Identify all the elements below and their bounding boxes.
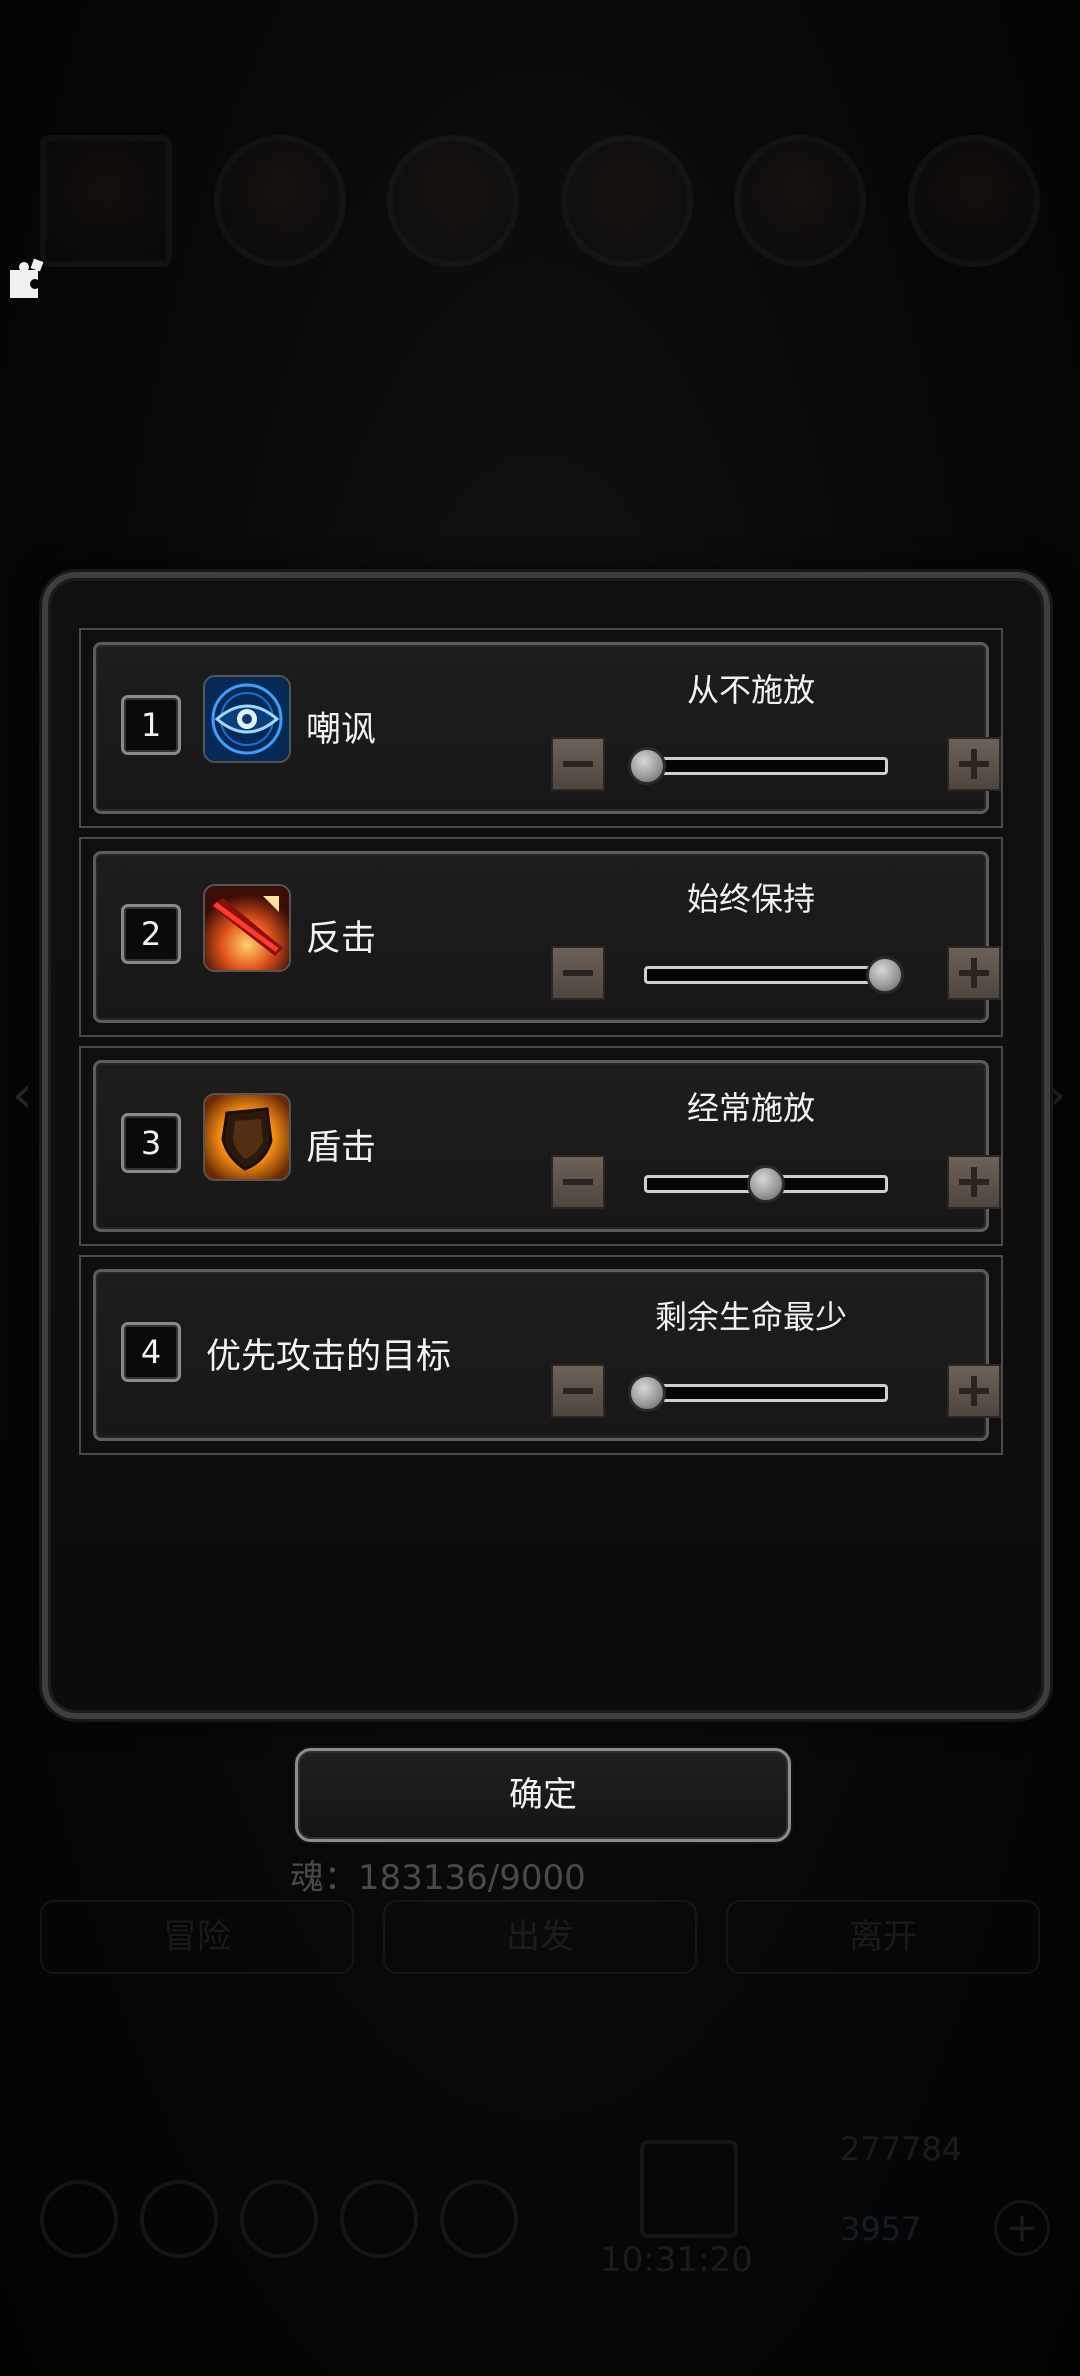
hero-portrait	[560, 135, 693, 267]
soul-counter: 魂：183136/9000	[290, 1858, 586, 1898]
skill-name: 嘲讽	[306, 710, 377, 750]
target-slider[interactable]	[628, 1374, 888, 1412]
row-number: 2	[121, 904, 181, 964]
skill-name: 盾击	[306, 1128, 377, 1168]
hero-portrait	[40, 135, 172, 267]
decrease-button[interactable]	[551, 1155, 605, 1209]
menu-icon	[240, 2180, 318, 2258]
gold-amount: 277784	[840, 2130, 963, 2168]
increase-button[interactable]	[947, 1155, 1001, 1209]
hero-portrait	[213, 135, 346, 267]
bottom-bar: 10:31:20 277784 3957 +	[30, 2130, 1050, 2280]
slider-thumb[interactable]	[866, 956, 904, 994]
bg-tab: 冒险	[40, 1900, 354, 1974]
target-option-label: 剩余生命最少	[654, 1298, 847, 1336]
bg-tab: 离开	[726, 1900, 1040, 1974]
menu-icon	[40, 2180, 118, 2258]
menu-icon	[340, 2180, 418, 2258]
slider-thumb[interactable]	[628, 1374, 666, 1412]
skill-row: 1 嘲讽 从不施放	[79, 628, 1003, 828]
decrease-button[interactable]	[551, 737, 605, 791]
menu-icon	[440, 2180, 518, 2258]
hero-portraits	[40, 135, 1040, 267]
menu-icon	[140, 2180, 218, 2258]
gem-amount: 3957	[840, 2210, 922, 2248]
skill-name: 反击	[306, 919, 377, 959]
slash-icon	[203, 884, 291, 972]
eye-icon	[203, 675, 291, 763]
increase-button[interactable]	[947, 946, 1001, 1000]
skill-row: 2 反击 始终保持	[79, 837, 1003, 1037]
cast-frequency-label: 从不施放	[686, 671, 815, 709]
row-number: 4	[121, 1322, 181, 1382]
increase-button[interactable]	[947, 1364, 1001, 1418]
target-priority-row: 4 优先攻击的目标 剩余生命最少	[79, 1255, 1003, 1455]
skill-row: 3 盾击 经常施放	[79, 1046, 1003, 1246]
shield-icon	[203, 1093, 291, 1181]
frequency-slider[interactable]	[644, 956, 904, 994]
increase-button[interactable]	[947, 737, 1001, 791]
gift-icon	[640, 2140, 738, 2238]
bg-tab: 出发	[383, 1900, 697, 1974]
row-number: 3	[121, 1113, 181, 1173]
slider-thumb[interactable]	[747, 1165, 785, 1203]
bg-tab-bar: 冒险 出发 离开	[40, 1900, 1040, 1974]
puzzle-icon[interactable]	[6, 256, 52, 302]
hero-portrait	[907, 135, 1040, 267]
cast-frequency-label: 始终保持	[686, 880, 815, 918]
target-priority-label: 优先攻击的目标	[206, 1337, 452, 1377]
slider-thumb[interactable]	[628, 747, 666, 785]
clock: 10:31:20	[600, 2240, 753, 2280]
prev-arrow-icon: ‹	[12, 1065, 33, 1125]
confirm-button[interactable]: 确定	[295, 1748, 791, 1842]
frequency-slider[interactable]	[628, 747, 888, 785]
cast-frequency-label: 经常施放	[686, 1089, 815, 1127]
frequency-slider[interactable]	[644, 1165, 888, 1203]
hero-portrait	[387, 135, 520, 267]
row-number: 1	[121, 695, 181, 755]
decrease-button[interactable]	[551, 1364, 605, 1418]
hero-portrait	[734, 135, 867, 267]
add-currency-icon: +	[994, 2200, 1050, 2256]
decrease-button[interactable]	[551, 946, 605, 1000]
